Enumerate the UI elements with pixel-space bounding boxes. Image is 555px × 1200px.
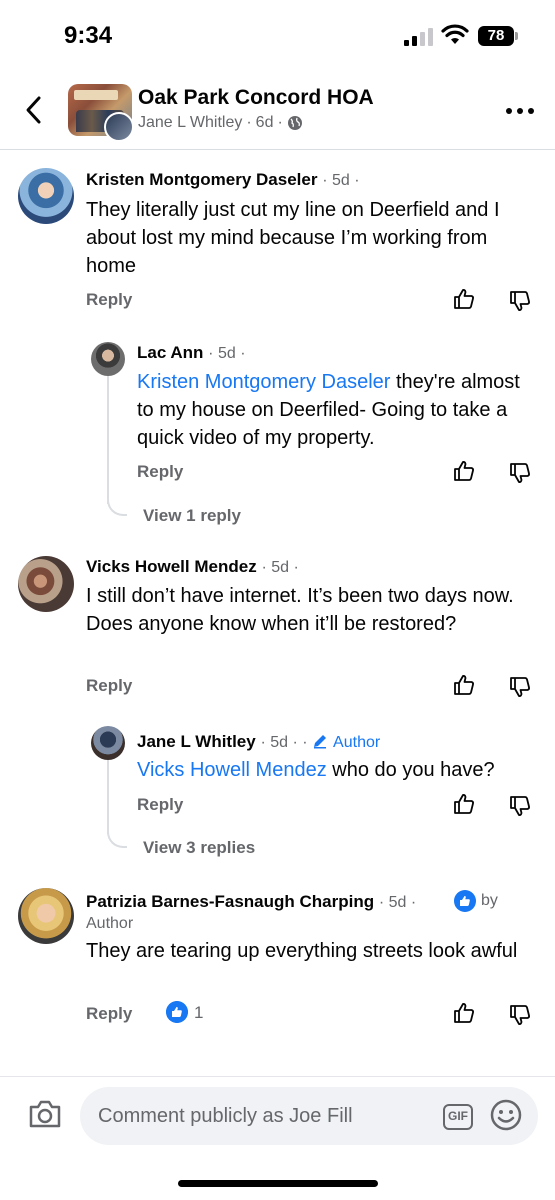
thumb-down-icon[interactable] (508, 794, 532, 818)
comment-text: They are tearing up everything streets l… (86, 940, 518, 962)
liked-by-author-text: Author (86, 915, 134, 932)
battery-cap (515, 32, 518, 40)
comment-time: · 5d · (322, 172, 360, 189)
reply-button[interactable]: Reply (86, 290, 132, 310)
commenter-name[interactable]: Jane L Whitley · 5d · · Author (137, 732, 380, 752)
liked-by-author-icon (454, 890, 476, 912)
view-replies-link[interactable]: View 3 replies (143, 838, 255, 858)
emoji-icon[interactable] (490, 1099, 522, 1131)
reply-button[interactable]: Reply (86, 676, 132, 696)
author-badge: Author (333, 734, 381, 751)
commenter-avatar[interactable] (18, 888, 74, 944)
thumb-down-icon[interactable] (508, 461, 532, 485)
thumb-down-icon[interactable] (508, 675, 532, 699)
like-reaction-icon[interactable] (166, 1001, 188, 1023)
commenter-avatar[interactable] (91, 726, 125, 760)
status-bar: 9:34 78 (0, 0, 555, 70)
post-meta: Jane L Whitley · 6d · (138, 114, 303, 132)
commenter-name[interactable]: Vicks Howell Mendez · 5d · (86, 557, 299, 577)
thumb-down-icon[interactable] (508, 289, 532, 313)
globe-icon (287, 116, 302, 130)
thumb-down-icon[interactable] (508, 1003, 532, 1027)
commenter-avatar[interactable] (91, 342, 125, 376)
comment-time: · 5d · (208, 345, 246, 362)
post-header: Oak Park Concord HOA Jane L Whitley · 6d… (0, 70, 555, 150)
more-options-icon[interactable] (506, 108, 534, 116)
thread-line (107, 372, 109, 504)
pencil-icon (314, 735, 327, 749)
group-title[interactable]: Oak Park Concord HOA (138, 86, 374, 110)
thumb-up-icon[interactable] (452, 673, 476, 697)
post-author[interactable]: Jane L Whitley (138, 114, 242, 132)
comment-time: · 5d · (378, 894, 417, 911)
reply-button[interactable]: Reply (137, 462, 183, 482)
post-age: 6d (255, 114, 274, 131)
gif-icon[interactable]: GIF (443, 1104, 473, 1130)
commenter-avatar[interactable] (18, 168, 74, 224)
comment-time: · 5d · · (260, 734, 308, 751)
mention-link[interactable]: Vicks Howell Mendez (137, 759, 327, 781)
status-time: 9:34 (64, 22, 113, 49)
thumb-up-icon[interactable] (452, 1001, 476, 1025)
home-indicator (178, 1180, 378, 1187)
liked-by-text: by (481, 892, 498, 909)
like-count: 1 (194, 1003, 204, 1022)
reply-button[interactable]: Reply (137, 795, 183, 815)
view-replies-link[interactable]: View 1 reply (143, 506, 241, 526)
meta-separator: · (277, 114, 283, 131)
mention-link[interactable]: Kristen Montgomery Daseler (137, 371, 390, 393)
wifi-icon (441, 24, 469, 44)
commenter-name[interactable]: Patrizia Barnes-Fasnaugh Charping · 5d · (86, 892, 416, 912)
thumb-up-icon[interactable] (452, 459, 476, 483)
comment-text: Vicks Howell Mendez who do you have? (137, 759, 495, 781)
comment-time: · 5d · (261, 559, 299, 576)
commenter-name[interactable]: Lac Ann · 5d · (137, 343, 246, 363)
reply-button[interactable]: Reply (86, 1004, 132, 1024)
comment-text: Kristen Montgomery Daseler they're almos… (137, 371, 520, 449)
thread-curve (107, 828, 127, 848)
author-avatar[interactable] (104, 112, 134, 142)
thumb-up-icon[interactable] (452, 792, 476, 816)
commenter-name[interactable]: Kristen Montgomery Daseler · 5d · (86, 170, 360, 190)
thread-curve (107, 496, 127, 516)
thumb-up-icon[interactable] (452, 287, 476, 311)
commenter-avatar[interactable] (18, 556, 74, 612)
meta-separator: · (246, 114, 252, 131)
camera-icon[interactable] (28, 1099, 62, 1129)
comment-text: They literally just cut my line on Deerf… (86, 199, 500, 277)
comment-text: I still don’t have internet. It’s been t… (86, 585, 514, 635)
battery-icon: 78 (478, 26, 514, 46)
thread-line (107, 760, 109, 834)
cellular-signal-icon (404, 28, 434, 46)
back-arrow-icon[interactable] (20, 92, 46, 128)
